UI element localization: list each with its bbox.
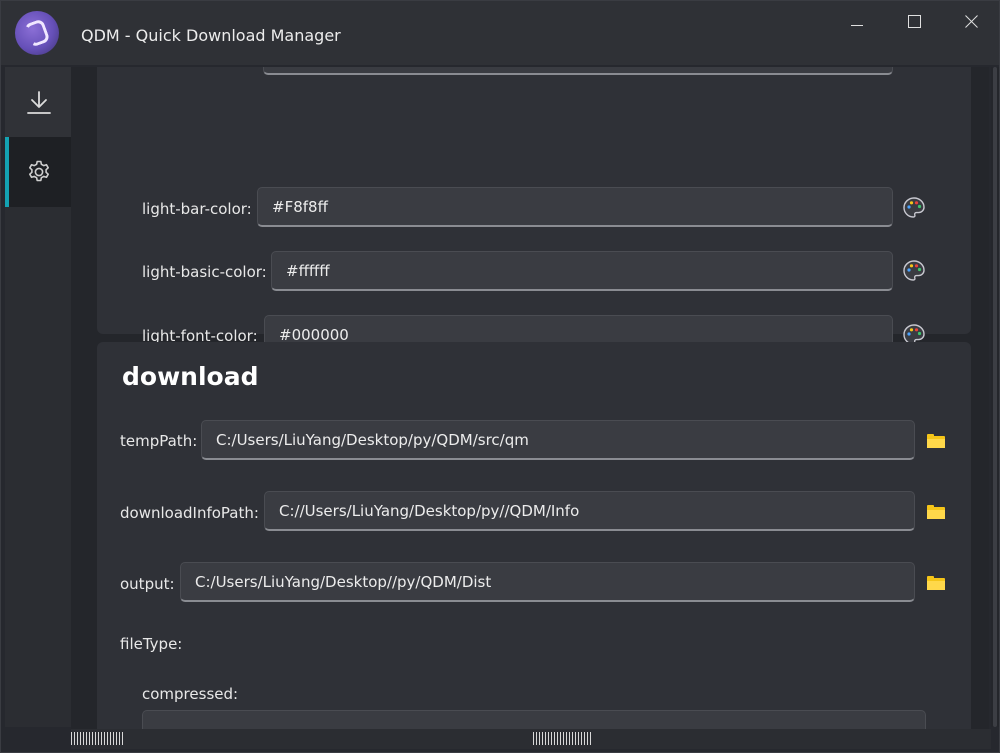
sidebar xyxy=(5,67,71,727)
close-button[interactable] xyxy=(951,11,991,33)
settings-content: light-bar-color: light-basic-color: ligh… xyxy=(71,67,989,729)
maximize-button[interactable] xyxy=(893,11,933,33)
output-path-input[interactable] xyxy=(180,562,915,602)
compressed-label: compressed: xyxy=(142,685,239,703)
compressed-input[interactable] xyxy=(142,710,926,729)
section-title: download xyxy=(122,362,259,391)
partial-input[interactable] xyxy=(263,67,893,75)
field-label: light-bar-color: xyxy=(142,200,252,218)
palette-icon[interactable] xyxy=(902,259,926,283)
light-basic-color-input[interactable] xyxy=(271,251,893,291)
palette-icon[interactable] xyxy=(902,196,926,220)
sidebar-item-settings[interactable] xyxy=(5,137,71,207)
temp-path-input[interactable] xyxy=(201,420,915,460)
app-logo-icon xyxy=(15,11,59,55)
window-title: QDM - Quick Download Manager xyxy=(81,26,341,45)
folder-icon[interactable] xyxy=(927,434,945,448)
horizontal-scrollbar[interactable] xyxy=(71,729,991,749)
scroll-grip[interactable] xyxy=(533,732,593,745)
field-label: downloadInfoPath: xyxy=(120,504,259,522)
light-colors-card: light-bar-color: light-basic-color: ligh… xyxy=(97,67,971,355)
app-window: QDM - Quick Download Manager light-bar-c… xyxy=(0,0,1000,753)
file-type-label: fileType: xyxy=(120,635,183,653)
field-label: output: xyxy=(120,575,175,593)
title-bar[interactable]: QDM - Quick Download Manager xyxy=(1,1,999,65)
download-settings-card: download tempPath: downloadInfoPath: out… xyxy=(97,342,971,729)
light-bar-color-input[interactable] xyxy=(257,187,893,227)
minimize-button[interactable] xyxy=(837,11,877,33)
vertical-scrollbar[interactable] xyxy=(991,67,999,727)
scroll-grip[interactable] xyxy=(71,732,123,745)
field-label: light-basic-color: xyxy=(142,263,267,281)
sidebar-item-download[interactable] xyxy=(5,67,71,137)
download-icon xyxy=(27,91,51,114)
gear-icon xyxy=(29,160,49,182)
active-indicator xyxy=(5,137,9,207)
scroll-thumb[interactable] xyxy=(993,67,997,727)
folder-icon[interactable] xyxy=(927,576,945,590)
folder-icon[interactable] xyxy=(927,505,945,519)
field-label: tempPath: xyxy=(120,432,198,450)
download-info-path-input[interactable] xyxy=(264,491,915,531)
